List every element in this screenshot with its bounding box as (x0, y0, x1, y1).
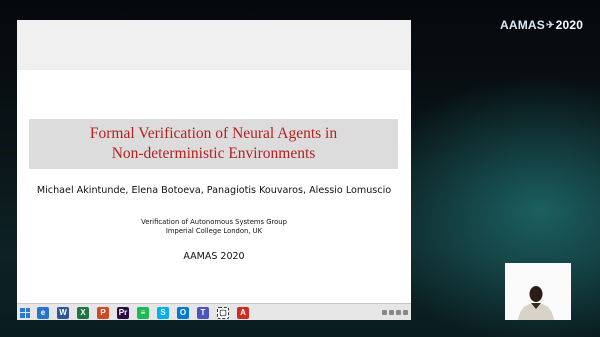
brand-year: 2020 (555, 18, 584, 32)
slide-affiliation: Verification of Autonomous Systems Group… (17, 218, 411, 236)
shared-screen: Formal Verification of Neural Agents in … (17, 20, 411, 320)
slide-authors: Michael Akintunde, Elena Botoeva, Panagi… (36, 185, 392, 196)
system-tray[interactable] (382, 310, 408, 315)
teams-icon[interactable]: T (197, 306, 209, 319)
excel-icon[interactable]: X (77, 306, 89, 319)
windows-start-icon[interactable] (20, 307, 30, 318)
spotify-icon[interactable]: ≡ (137, 306, 149, 319)
brand-name: AAMAS (500, 18, 545, 32)
pdf-icon[interactable]: A (237, 306, 249, 319)
slide-institution: Imperial College London, UK (165, 227, 263, 235)
slide-conference: AAMAS 2020 (183, 251, 245, 262)
presenter-figure (518, 286, 554, 320)
slide-title-box: Formal Verification of Neural Agents in … (29, 119, 398, 169)
word-icon[interactable]: W (57, 306, 69, 319)
ie-icon[interactable]: e (37, 306, 49, 319)
tray-icon[interactable] (396, 310, 401, 315)
outlook-icon[interactable]: O (177, 306, 189, 319)
taskbar-apps: e W X P Pr ≡ S O T ▢ A (33, 306, 253, 319)
slide-group-name: Verification of Autonomous Systems Group (141, 218, 287, 226)
slide-header-band (17, 20, 411, 70)
tray-icon[interactable] (382, 310, 387, 315)
tray-icon[interactable] (403, 310, 408, 315)
aamas-2020-logo: AAMAS ✈ 2020 (500, 16, 583, 34)
windows-taskbar: e W X P Pr ≡ S O T ▢ A (17, 303, 411, 320)
swoosh-icon: ✈ (546, 19, 555, 31)
slide-title-line-2: Non-deterministic Environments (111, 145, 316, 162)
premiere-icon[interactable]: Pr (117, 306, 129, 319)
powerpoint-icon[interactable]: P (97, 306, 109, 319)
tray-icon[interactable] (389, 310, 394, 315)
skype-icon[interactable]: S (157, 306, 169, 319)
screen-clip-icon[interactable]: ▢ (217, 306, 229, 319)
slide-title-line-1: Formal Verification of Neural Agents in (89, 125, 338, 142)
presenter-webcam (505, 263, 571, 320)
